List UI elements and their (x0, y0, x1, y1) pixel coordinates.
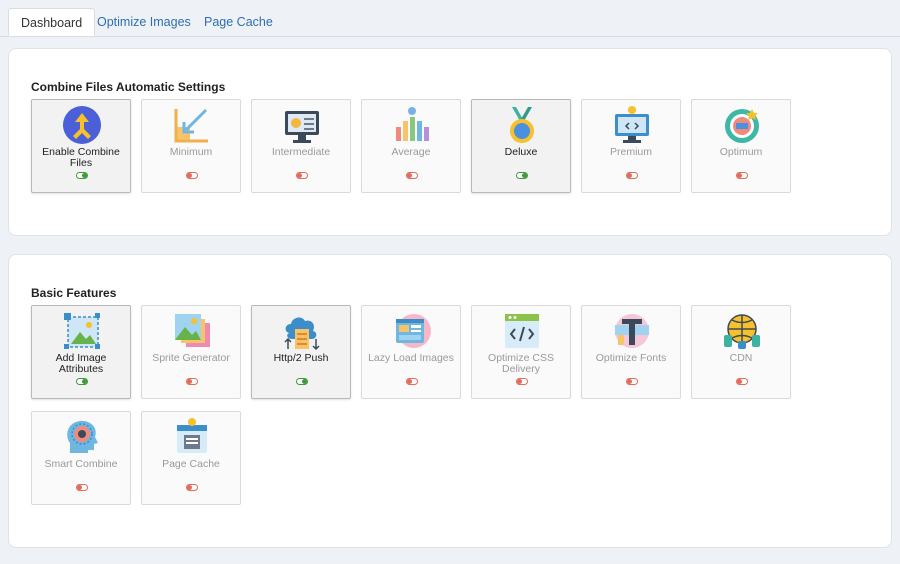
card-label: CDN (729, 352, 753, 364)
toggle-switch[interactable] (516, 172, 528, 179)
lazy-load-icon (396, 314, 431, 348)
card-sprite-generator[interactable]: Sprite Generator (141, 305, 241, 399)
card-label: Optimize Fonts (595, 352, 667, 364)
toggle-switch[interactable] (406, 172, 418, 179)
page-cache-icon (177, 418, 207, 453)
toggle-switch[interactable] (76, 484, 88, 491)
basic-features-panel: Basic Features Add Image Attributes Spri… (8, 254, 892, 548)
card-intermediate[interactable]: Intermediate (251, 99, 351, 193)
card-optimize-fonts[interactable]: Optimize Fonts (581, 305, 681, 399)
tab-dashboard[interactable]: Dashboard (8, 8, 96, 36)
toggle-switch[interactable] (626, 378, 638, 385)
card-label: Add Image Attributes (55, 352, 107, 375)
toggle-switch[interactable] (626, 172, 638, 179)
toggle-switch[interactable] (186, 484, 198, 491)
image-attributes-icon (64, 313, 100, 349)
toggle-switch[interactable] (76, 378, 88, 385)
card-label: Http/2 Push (273, 352, 329, 364)
minimum-arrow-icon (174, 108, 208, 143)
card-label: Page Cache (162, 458, 220, 470)
card-add-image-attributes[interactable]: Add Image Attributes (31, 305, 131, 399)
combine-files-panel: Combine Files Automatic Settings Enable … (8, 48, 892, 236)
card-label: Optimize CSS Delivery (488, 352, 554, 375)
card-enable-combine-files[interactable]: Enable Combine Files (31, 99, 131, 193)
combine-arrows-icon (63, 106, 101, 144)
toggle-switch[interactable] (736, 172, 748, 179)
card-label: Smart Combine (44, 458, 118, 470)
card-smart-combine[interactable]: Smart Combine (31, 411, 131, 505)
toggle-switch[interactable] (736, 378, 748, 385)
medal-icon (510, 107, 534, 143)
card-cdn[interactable]: CDN (691, 305, 791, 399)
sprite-images-icon (175, 314, 210, 347)
card-label: Intermediate (271, 146, 331, 158)
card-label: Average (391, 146, 431, 158)
toggle-switch[interactable] (296, 172, 308, 179)
card-http2-push[interactable]: Http/2 Push (251, 305, 351, 399)
card-label: Premium (609, 146, 652, 158)
card-label: Optimum (719, 146, 763, 158)
monitor-settings-icon (285, 111, 319, 143)
card-average[interactable]: Average (361, 99, 461, 193)
cdn-globe-icon (724, 314, 760, 349)
toggle-switch[interactable] (186, 378, 198, 385)
smart-head-icon (67, 420, 98, 453)
card-label: Lazy Load Images (368, 352, 454, 364)
card-optimum[interactable]: Optimum (691, 99, 791, 193)
card-label: Minimum (169, 146, 213, 158)
tab-page-cache[interactable]: Page Cache (192, 8, 285, 36)
card-label: Deluxe (504, 146, 538, 158)
tab-optimize-images[interactable]: Optimize Images (85, 8, 203, 36)
card-minimum[interactable]: Minimum (141, 99, 241, 193)
card-optimize-css-delivery[interactable]: Optimize CSS Delivery (471, 305, 571, 399)
panel-title-combine: Combine Files Automatic Settings (31, 80, 226, 94)
card-premium[interactable]: Premium (581, 99, 681, 193)
premium-monitor-icon (615, 106, 649, 143)
card-page-cache[interactable]: Page Cache (141, 411, 241, 505)
toggle-switch[interactable] (76, 172, 88, 179)
panel-title-basic: Basic Features (31, 286, 117, 300)
toggle-switch[interactable] (516, 378, 528, 385)
card-label: Enable Combine Files (42, 146, 120, 169)
card-label: Sprite Generator (152, 352, 230, 364)
average-bars-icon (396, 107, 429, 141)
gauge-icon (725, 109, 759, 143)
font-icon (615, 314, 649, 348)
card-lazy-load-images[interactable]: Lazy Load Images (361, 305, 461, 399)
toggle-switch[interactable] (406, 378, 418, 385)
toggle-switch[interactable] (186, 172, 198, 179)
toggle-switch[interactable] (296, 378, 308, 385)
tab-bar: Dashboard Optimize Images Page Cache (0, 0, 900, 37)
card-deluxe[interactable]: Deluxe (471, 99, 571, 193)
cloud-push-icon (284, 317, 320, 351)
css-code-icon (505, 314, 539, 348)
